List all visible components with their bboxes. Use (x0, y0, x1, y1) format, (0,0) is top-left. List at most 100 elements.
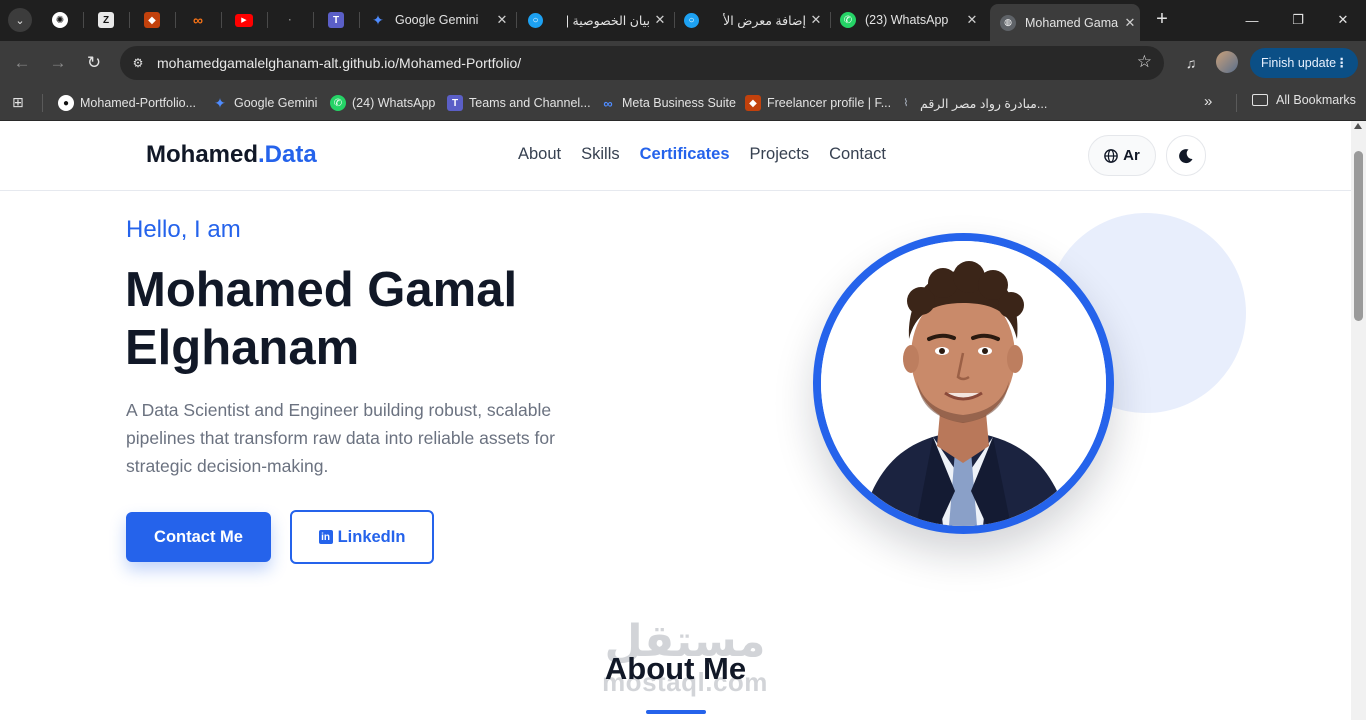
pinned-tab-z[interactable]: Z (84, 6, 128, 34)
linkedin-button[interactable]: in LinkedIn (290, 510, 434, 564)
chart-icon: ⌇ (903, 97, 909, 109)
gemini-icon: ✦ (372, 11, 384, 28)
close-icon[interactable]: ✕ (650, 12, 670, 28)
about-section-heading: About Me (604, 651, 747, 686)
scrollbar-thumb[interactable] (1354, 151, 1363, 321)
youtube-icon: ▶ (235, 13, 253, 27)
tab-separator (516, 12, 517, 28)
menu-dots-icon: ⋮ (1335, 56, 1349, 70)
linkedin-label: LinkedIn (337, 527, 406, 546)
fox-icon: ◆ (745, 95, 761, 111)
site-logo[interactable]: Mohamed.Data (146, 141, 317, 169)
hero-greeting: Hello, I am (126, 216, 241, 243)
bookmark-whatsapp[interactable]: ✆ (24) WhatsApp (330, 93, 435, 113)
scroll-up-arrow-icon[interactable] (1354, 123, 1362, 129)
page-viewport: Mohamed.Data About Skills Certificates P… (0, 121, 1351, 720)
language-label: Ar (1123, 147, 1140, 164)
bookmark-teams[interactable]: T Teams and Channel... (447, 93, 591, 113)
pinned-tab-blank[interactable]: · (268, 6, 312, 34)
linkedin-icon: in (318, 530, 333, 544)
site-info-icon[interactable]: ⚙ (128, 53, 148, 73)
dot-icon: · (288, 14, 292, 26)
nav-link-projects[interactable]: Projects (750, 145, 810, 164)
infinity-icon: ∞ (193, 12, 203, 28)
close-icon[interactable]: ✕ (962, 12, 982, 28)
whatsapp-icon: ✆ (840, 12, 856, 28)
tab-portfolio-active[interactable]: ◍ Mohamed Gama ✕ (990, 4, 1140, 41)
nav-link-certificates[interactable]: Certificates (640, 145, 730, 164)
bookmark-label: Teams and Channel... (469, 96, 591, 110)
close-icon[interactable]: ✕ (492, 12, 512, 28)
pinned-tab-teams[interactable]: T (314, 6, 358, 34)
pinned-tab-freelancer[interactable]: ◆ (130, 6, 174, 34)
bookmark-egypt-pioneers[interactable]: ⌇ مبادرة رواد مصر الرقم... (898, 93, 1048, 113)
bookmark-separator (42, 94, 43, 112)
tab-privacy-statement[interactable]: ○ بيان الخصوصية | ✕ (518, 6, 670, 34)
apps-grid-icon[interactable]: ⊞ (12, 94, 28, 110)
address-bar[interactable]: ⚙ mohamedgamalelghanam-alt.github.io/Moh… (120, 46, 1164, 80)
bookmark-label: Freelancer profile | F... (767, 96, 892, 110)
whatsapp-icon: ✆ (330, 95, 346, 111)
close-window-button[interactable]: ✕ (1320, 0, 1366, 40)
contact-me-button[interactable]: Contact Me (126, 512, 271, 562)
moon-icon (1179, 148, 1193, 163)
bookmark-label: Meta Business Suite (622, 96, 736, 110)
logo-accent-text: .Data (258, 141, 317, 168)
tab-title: (23) WhatsApp (865, 13, 949, 27)
fox-icon: ◆ (144, 12, 160, 28)
tab-search-button[interactable]: ⌄ (8, 8, 32, 32)
nav-link-contact[interactable]: Contact (829, 145, 886, 164)
theme-toggle-button[interactable] (1166, 135, 1206, 176)
tab-google-gemini[interactable]: ✦ Google Gemini ✕ (360, 6, 512, 34)
new-tab-button[interactable]: + (1150, 8, 1174, 32)
close-icon[interactable]: ✕ (1120, 15, 1140, 31)
media-control-icon[interactable]: ♫ (1180, 52, 1202, 74)
bookmark-freelancer[interactable]: ◆ Freelancer profile | F... (745, 93, 891, 113)
profile-avatar[interactable] (1216, 51, 1238, 73)
language-toggle-button[interactable]: Ar (1088, 135, 1156, 176)
finish-update-button[interactable]: Finish update ⋮ (1250, 48, 1358, 78)
bookmark-gemini[interactable]: ✦ Google Gemini (212, 93, 317, 113)
pinned-tab-infinity[interactable]: ∞ (176, 6, 220, 34)
profile-photo (813, 233, 1114, 534)
hero-name: Mohamed Gamal Elghanam (125, 263, 518, 375)
tab-whatsapp[interactable]: ✆ (23) WhatsApp ✕ (830, 6, 982, 34)
bookmark-star-icon[interactable]: ☆ (1137, 52, 1152, 72)
forward-button[interactable]: → (46, 51, 70, 75)
globe-icon (1104, 148, 1118, 163)
teams-icon: T (447, 95, 463, 111)
nav-link-about[interactable]: About (518, 145, 561, 164)
tab-title: Mohamed Gama (1025, 15, 1119, 30)
bookmark-label: Mohamed-Portfolio... (80, 96, 197, 110)
minimize-button[interactable]: — (1229, 0, 1275, 40)
all-bookmarks-label: All Bookmarks (1276, 93, 1356, 107)
nav-links: About Skills Certificates Projects Conta… (518, 145, 906, 164)
browser-toolbar: ← → ↻ ⚙ mohamedgamalelghanam-alt.github.… (0, 41, 1366, 85)
bookmark-portfolio[interactable]: ● Mohamed-Portfolio... (58, 93, 196, 113)
z-icon: Z (98, 12, 114, 28)
bookmark-label: مبادرة رواد مصر الرقم... (920, 96, 1048, 111)
chatgpt-icon: ✺ (52, 12, 68, 28)
pinned-tab-youtube[interactable]: ▶ (222, 6, 266, 34)
teams-icon: T (328, 12, 344, 28)
finish-update-label: Finish update (1261, 56, 1337, 70)
page-scrollbar[interactable] (1351, 121, 1366, 720)
bookmark-meta[interactable]: ∞ Meta Business Suite (600, 93, 736, 113)
nav-link-skills[interactable]: Skills (581, 145, 620, 164)
pinned-tab-chatgpt[interactable]: ✺ (38, 6, 82, 34)
hero-description: A Data Scientist and Engineer building r… (126, 400, 555, 476)
reload-button[interactable]: ↻ (82, 51, 106, 75)
tab-title: إضافة معرض الأ (723, 13, 806, 28)
tab-title: بيان الخصوصية | (565, 13, 650, 28)
back-button[interactable]: ← (10, 51, 34, 75)
tab-title: Google Gemini (395, 13, 479, 27)
url-text[interactable]: mohamedgamalelghanam-alt.github.io/Moham… (157, 55, 521, 71)
site-navbar: Mohamed.Data About Skills Certificates P… (0, 121, 1351, 191)
restore-button[interactable]: ❐ (1275, 0, 1321, 40)
close-icon[interactable]: ✕ (806, 12, 826, 28)
logo-main-text: Mohamed (146, 141, 259, 168)
bookmarks-bar: ⊞ ● Mohamed-Portfolio... ✦ Google Gemini… (0, 85, 1366, 121)
all-bookmarks-button[interactable]: All Bookmarks (1252, 93, 1356, 107)
chevron-double-right-icon[interactable]: » (1204, 93, 1212, 110)
tab-add-portfolio[interactable]: ○ إضافة معرض الأ ✕ (674, 6, 826, 34)
